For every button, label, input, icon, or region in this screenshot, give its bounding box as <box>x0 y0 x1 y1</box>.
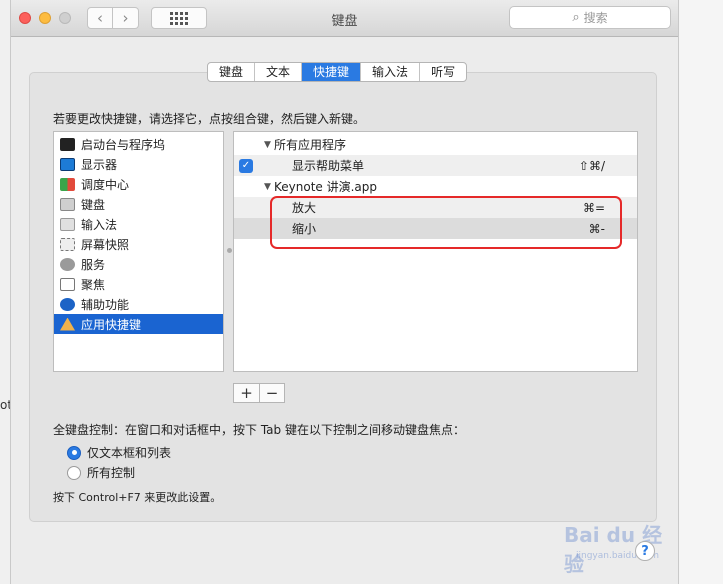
shortcut-list: ▼ 所有应用程序 ✓ 显示帮助菜单 ⇧⌘/ ▼ Keynote 讲演.app 放… <box>233 131 638 372</box>
input-method-icon <box>60 217 75 231</box>
shortcut-name: 放大 <box>292 201 317 215</box>
background-left <box>0 0 10 584</box>
disclosure-triangle-icon[interactable]: ▼ <box>264 182 274 192</box>
search-icon: ⌕ <box>572 10 580 25</box>
category-label: 聚焦 <box>81 277 106 292</box>
shortcut-name: 显示帮助菜单 <box>292 159 365 173</box>
accessibility-icon <box>60 297 75 311</box>
spotlight-icon <box>60 277 75 291</box>
help-button[interactable]: ? <box>635 541 655 561</box>
remove-shortcut-button[interactable]: − <box>259 384 284 402</box>
category-label: 辅助功能 <box>81 297 130 312</box>
radio-button[interactable] <box>67 445 81 460</box>
app-shortcuts-icon <box>60 317 75 331</box>
shortcut-key[interactable]: ⌘- <box>589 222 605 236</box>
full-keyboard-access-label: 全键盘控制：在窗口和对话框中，按下 Tab 键在以下控制之间移动键盘焦点： <box>53 423 465 437</box>
tab-dictation[interactable]: 听写 <box>420 63 466 81</box>
preferences-window: ‹ › 键盘 ⌕ 搜索 键盘 文本 快捷键 输入法 听写 若要更改快捷键，请选择… <box>10 0 679 584</box>
category-launchpad[interactable]: 启动台与程序坞 <box>54 134 223 154</box>
radio-label: 仅文本框和列表 <box>87 446 172 460</box>
group-all-apps[interactable]: ▼ 所有应用程序 <box>234 134 637 155</box>
tab-shortcuts[interactable]: 快捷键 <box>302 63 362 81</box>
shortcut-row-zoom-out[interactable]: 缩小 ⌘- <box>234 218 637 239</box>
category-services[interactable]: 服务 <box>54 254 223 274</box>
category-label: 屏幕快照 <box>81 237 130 252</box>
add-shortcut-button[interactable]: + <box>234 384 259 402</box>
control-f7-hint: 按下 Control+F7 来更改此设置。 <box>53 491 222 504</box>
split-handle[interactable] <box>227 248 232 253</box>
title-bar: ‹ › 键盘 ⌕ 搜索 <box>11 0 678 37</box>
group-keynote[interactable]: ▼ Keynote 讲演.app <box>234 176 637 197</box>
search-placeholder: 搜索 <box>583 11 608 25</box>
watermark-logo: Bai du 经验 <box>564 523 663 576</box>
category-accessibility[interactable]: 辅助功能 <box>54 294 223 314</box>
category-label: 启动台与程序坞 <box>81 137 166 152</box>
radio-button[interactable] <box>67 465 81 480</box>
screenshot-icon <box>60 237 75 251</box>
shortcut-key[interactable]: ⇧⌘/ <box>579 159 605 173</box>
category-mission-control[interactable]: 调度中心 <box>54 174 223 194</box>
keyboard-icon <box>60 197 75 211</box>
shortcut-row-help[interactable]: ✓ 显示帮助菜单 ⇧⌘/ <box>234 155 637 176</box>
shortcut-key[interactable]: ⌘= <box>583 201 605 215</box>
category-keyboard[interactable]: 键盘 <box>54 194 223 214</box>
category-label: 输入法 <box>81 217 118 232</box>
group-label: 所有应用程序 <box>274 138 347 152</box>
radio-all-controls[interactable]: 所有控制 <box>67 464 135 481</box>
disclosure-triangle-icon[interactable]: ▼ <box>264 140 274 150</box>
add-remove-buttons: + − <box>233 383 285 403</box>
tab-input-sources[interactable]: 输入法 <box>361 63 421 81</box>
category-label: 显示器 <box>81 157 118 172</box>
checkmark-icon: ✓ <box>241 160 251 171</box>
background-right <box>679 0 723 584</box>
tab-keyboard[interactable]: 键盘 <box>208 63 256 81</box>
category-screenshot[interactable]: 屏幕快照 <box>54 234 223 254</box>
shortcut-row-zoom-in[interactable]: 放大 ⌘= <box>234 197 637 218</box>
mission-control-icon <box>60 177 75 191</box>
shortcut-category-list: 启动台与程序坞 显示器 调度中心 键盘 输入法 屏幕快照 服务 聚焦 辅助功能 … <box>53 131 224 372</box>
gear-icon <box>60 257 75 271</box>
category-label: 键盘 <box>81 197 106 212</box>
category-display[interactable]: 显示器 <box>54 154 223 174</box>
enable-checkbox[interactable]: ✓ <box>239 158 253 173</box>
launchpad-icon <box>60 137 75 151</box>
instruction-text: 若要更改快捷键，请选择它，点按组合键，然后键入新键。 <box>53 112 366 126</box>
display-icon <box>60 157 75 171</box>
tab-bar: 键盘 文本 快捷键 输入法 听写 <box>207 62 468 82</box>
group-label: Keynote 讲演.app <box>274 180 378 194</box>
category-app-shortcuts[interactable]: 应用快捷键 <box>54 314 223 334</box>
tab-text[interactable]: 文本 <box>255 63 303 81</box>
category-label: 服务 <box>81 257 106 272</box>
category-label: 调度中心 <box>81 177 130 192</box>
search-field[interactable]: ⌕ 搜索 <box>509 6 671 29</box>
shortcut-name: 缩小 <box>292 222 317 236</box>
radio-text-boxes-lists[interactable]: 仅文本框和列表 <box>67 444 171 461</box>
radio-label: 所有控制 <box>87 466 136 480</box>
category-label: 应用快捷键 <box>81 317 142 332</box>
category-input-method[interactable]: 输入法 <box>54 214 223 234</box>
category-spotlight[interactable]: 聚焦 <box>54 274 223 294</box>
